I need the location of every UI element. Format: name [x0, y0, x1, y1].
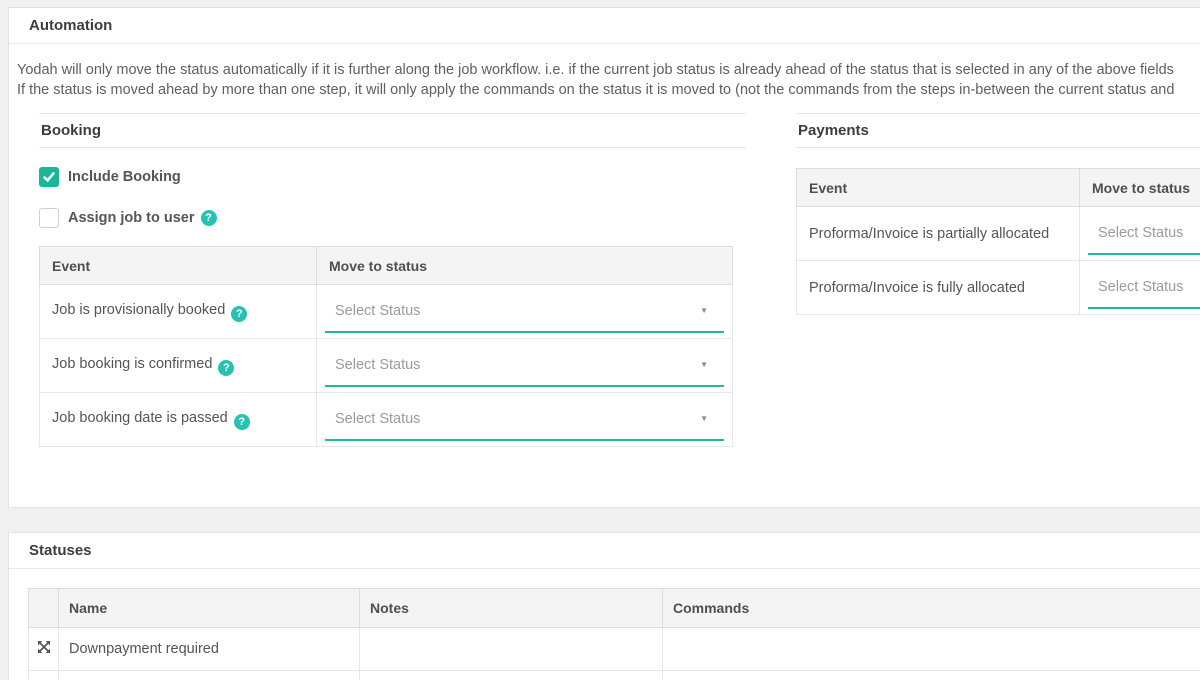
drag-handle[interactable]	[29, 628, 59, 671]
booking-event-cell: Job booking date is passed?	[40, 393, 317, 447]
booking-section: Booking Include Booking Assign job to us…	[39, 113, 746, 447]
booking-event-label: Job booking date is passed	[52, 410, 228, 426]
status-select-placeholder: Select Status	[325, 303, 420, 319]
drag-column-header	[29, 589, 59, 628]
help-icon[interactable]: ?	[234, 414, 250, 430]
status-table-row: Downpayment required	[29, 628, 1200, 671]
booking-table-row: Job booking is confirmed? Select Status …	[40, 339, 733, 393]
status-select[interactable]: Select Status ▼	[325, 399, 724, 441]
status-select[interactable]: Select Status ▼	[325, 345, 724, 387]
booking-event-cell: Job booking is confirmed?	[40, 339, 317, 393]
checkmark-icon	[42, 170, 56, 184]
caret-down-icon: ▼	[700, 361, 708, 369]
name-column-header: Name	[59, 589, 360, 628]
status-select-placeholder: Select Status	[325, 357, 420, 373]
statuses-panel: Statuses Name Notes Commands	[8, 532, 1200, 680]
statuses-panel-title: Statuses	[9, 533, 1200, 569]
commands-column-header: Commands	[663, 589, 1200, 628]
payments-section: Payments Event Move to status Proforma/I…	[796, 113, 1200, 447]
booking-event-label: Job is provisionally booked	[52, 302, 225, 318]
notes-column-header: Notes	[360, 589, 663, 628]
status-select[interactable]: Select Status ▼	[1088, 213, 1200, 255]
caret-down-icon: ▼	[700, 307, 708, 315]
payments-table-row: Proforma/Invoice is partially allocated …	[797, 207, 1200, 261]
include-booking-checkbox[interactable]	[39, 167, 59, 187]
payments-event-cell: Proforma/Invoice is partially allocated	[797, 207, 1080, 261]
payments-event-cell: Proforma/Invoice is fully allocated	[797, 261, 1080, 315]
include-booking-label: Include Booking	[68, 169, 181, 185]
booking-table-row: Job booking date is passed? Select Statu…	[40, 393, 733, 447]
automation-description: Yodah will only move the status automati…	[17, 61, 1200, 100]
status-select-placeholder: Select Status	[325, 411, 420, 427]
booking-events-table: Event Move to status Job is provisionall…	[39, 246, 733, 447]
automation-panel: Automation Yodah will only move the stat…	[8, 7, 1200, 508]
booking-status-column-header: Move to status	[317, 247, 733, 285]
status-select-placeholder: Select Status	[1088, 225, 1183, 241]
help-icon[interactable]: ?	[231, 306, 247, 322]
status-select[interactable]: Select Status ▼	[1088, 267, 1200, 309]
status-select-placeholder: Select Status	[1088, 279, 1183, 295]
statuses-table: Name Notes Commands Downpayment required	[28, 588, 1200, 680]
status-table-row	[29, 671, 1200, 680]
help-icon[interactable]: ?	[201, 210, 217, 226]
automation-description-line2: If the status is moved ahead by more tha…	[17, 81, 1200, 101]
status-notes-cell	[360, 628, 663, 671]
help-icon[interactable]: ?	[218, 360, 234, 376]
payments-events-table: Event Move to status Proforma/Invoice is…	[796, 168, 1200, 315]
status-select[interactable]: Select Status ▼	[325, 291, 724, 333]
booking-event-label: Job booking is confirmed	[52, 356, 212, 372]
payments-table-row: Proforma/Invoice is fully allocated Sele…	[797, 261, 1200, 315]
booking-table-row: Job is provisionally booked? Select Stat…	[40, 285, 733, 339]
status-name-cell: Downpayment required	[59, 628, 360, 671]
assign-job-to-user-checkbox[interactable]	[39, 208, 59, 228]
status-commands-cell	[663, 628, 1200, 671]
automation-panel-title: Automation	[9, 8, 1200, 44]
payments-section-title: Payments	[796, 113, 1200, 148]
payments-status-column-header: Move to status	[1080, 169, 1200, 207]
booking-event-cell: Job is provisionally booked?	[40, 285, 317, 339]
automation-description-line1: Yodah will only move the status automati…	[17, 61, 1200, 81]
payments-event-column-header: Event	[797, 169, 1080, 207]
booking-section-title: Booking	[39, 113, 746, 148]
booking-event-column-header: Event	[40, 247, 317, 285]
assign-job-to-user-label: Assign job to user	[68, 210, 195, 226]
caret-down-icon: ▼	[700, 415, 708, 423]
move-arrows-icon	[37, 640, 51, 654]
